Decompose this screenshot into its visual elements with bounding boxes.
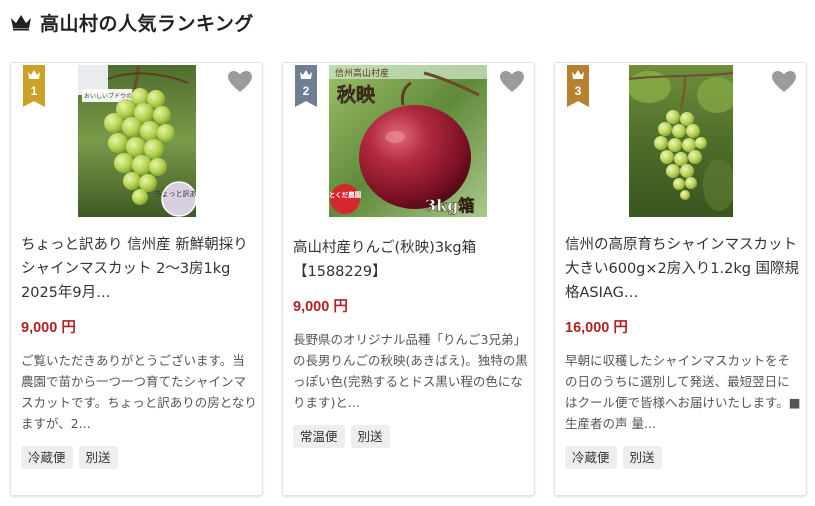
shipping-tag: 冷蔵便 [565, 446, 617, 469]
product-price: 16,000 円 [565, 320, 628, 336]
product-price: 9,000 円 [21, 320, 76, 336]
image-box-label: 3kg箱 [425, 196, 474, 215]
product-image[interactable] [629, 65, 733, 217]
product-card-2[interactable]: 2 信州高山村産 秋映 とくだ農園 3kg箱 高山村産りんご(秋映)3kg箱【1… [282, 62, 535, 496]
ranking-list: 1 おいしいブドウのシール ちょっと訳あ ちょっと訳あり 信州産 新鮮朝採りシャ… [10, 62, 807, 498]
heart-icon[interactable] [499, 70, 525, 94]
ranking-header: 高山村の人気ランキング [10, 8, 254, 36]
shipping-tag: 常温便 [293, 425, 345, 448]
product-title[interactable]: 高山村産りんご(秋映)3kg箱【1588229】 [293, 236, 531, 284]
delivery-tag: 別送 [78, 446, 118, 469]
image-variety: 秋映 [337, 83, 376, 106]
rank-badge: 2 [295, 65, 317, 107]
image-banner: 信州高山村産 [335, 67, 389, 79]
rank-number: 3 [574, 84, 582, 98]
tag-list: 冷蔵便 別送 [565, 446, 662, 469]
crown-icon [28, 70, 40, 79]
product-title[interactable]: 信州の高原育ちシャインマスカット 大きい600g×2房入り1.2kg 国際規格A… [565, 233, 803, 305]
delivery-tag: 別送 [350, 425, 390, 448]
product-card-1[interactable]: 1 おいしいブドウのシール ちょっと訳あ ちょっと訳あり 信州産 新鮮朝採りシャ… [10, 62, 263, 496]
grapes-image: おいしいブドウのシール ちょっと訳あ [78, 65, 196, 217]
rank-number: 2 [302, 84, 310, 98]
tag-list: 冷蔵便 別送 [21, 446, 118, 469]
product-price: 9,000 円 [293, 299, 348, 315]
rank-number: 1 [30, 84, 38, 98]
product-card-3[interactable]: 3 信州の高原育ちシャインマスカット 大きい600g×2房入り1.2kg 国際規… [554, 62, 807, 496]
apple-image: 信州高山村産 秋映 とくだ農園 3kg箱 [329, 65, 487, 217]
tag-list: 常温便 別送 [293, 425, 390, 448]
image-sticker: ちょっと訳あり [155, 189, 197, 198]
crown-icon [300, 70, 312, 79]
page-title: 高山村の人気ランキング [40, 12, 254, 35]
product-description: 長野県のオリジナル品種「りんご3兄弟」の長男りんごの秋映(あきばえ)。独特の黒っ… [293, 332, 528, 410]
delivery-tag: 別送 [622, 446, 662, 469]
product-description: ご覧いただきありがとうございます。当農園で苗から一つ一つ育てたシャインマスカット… [21, 353, 257, 431]
product-image[interactable]: おいしいブドウのシール ちょっと訳あ [78, 65, 196, 217]
image-seal: とくだ農園 [329, 190, 362, 199]
rank-badge: 1 [23, 65, 45, 107]
product-title[interactable]: ちょっと訳あり 信州産 新鮮朝採りシャインマスカット 2～3房1kg 2025年… [21, 233, 259, 305]
crown-icon [11, 15, 31, 31]
shipping-tag: 冷蔵便 [21, 446, 73, 469]
product-image[interactable]: 信州高山村産 秋映 とくだ農園 3kg箱 [329, 65, 487, 217]
heart-icon[interactable] [771, 70, 797, 94]
heart-icon[interactable] [227, 70, 253, 94]
crown-icon [572, 70, 584, 79]
rank-badge: 3 [567, 65, 589, 107]
vine-grapes-image [629, 65, 733, 217]
product-description: 早朝に収穫したシャインマスカットをその日のうちに選別して発送、最短翌日にはクール… [565, 353, 801, 431]
